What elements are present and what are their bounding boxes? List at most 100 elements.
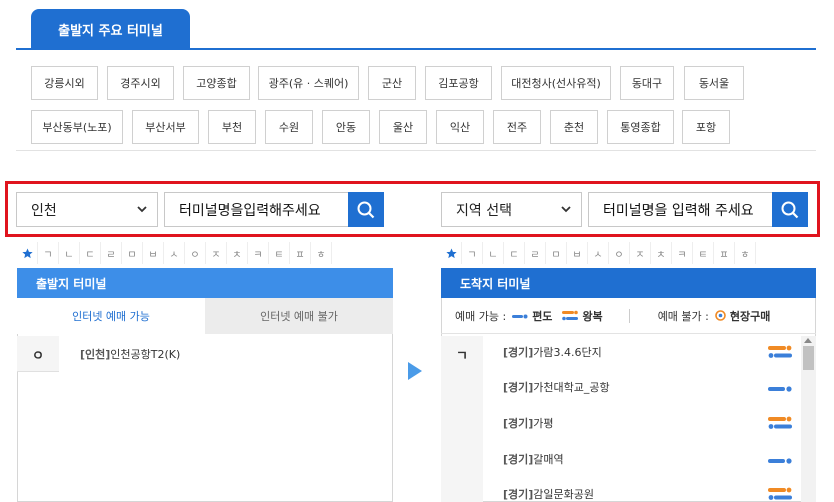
arrival-terminal-input[interactable]: 터미널명을 입력해 주세요	[588, 192, 773, 227]
consonant-filter[interactable]: ㅋ	[672, 242, 693, 264]
scroll-up-icon[interactable]	[804, 338, 812, 343]
consonant-filter[interactable]: ㄷ	[504, 242, 525, 264]
consonant-filter[interactable]: ㅁ	[546, 242, 567, 264]
item-region: [경기]	[503, 417, 534, 430]
terminal-button[interactable]: 고양종합	[183, 66, 250, 100]
departure-region-value: 인천	[31, 202, 57, 219]
consonant-filter[interactable]: ㄴ	[59, 242, 80, 264]
arrival-region-select[interactable]: 지역 선택	[441, 192, 582, 227]
departure-search-button[interactable]	[348, 192, 384, 227]
consonant-filter[interactable]: ㅇ	[609, 242, 630, 264]
item-region: [경기]	[503, 488, 534, 501]
arrival-search-button[interactable]	[772, 192, 808, 227]
tab-offline-booking[interactable]: 인터넷 예매 불가	[205, 298, 393, 334]
consonant-filter[interactable]: ㅅ	[164, 242, 185, 264]
section-divider	[16, 150, 816, 151]
legend-divider	[628, 308, 630, 323]
item-region: [인천]	[80, 348, 111, 361]
consonant-filter[interactable]: ㅌ	[693, 242, 714, 264]
legend-oneway: 편도	[532, 309, 553, 323]
terminal-button[interactable]: 경주시외	[107, 66, 174, 100]
roundtrip-icon	[562, 310, 579, 320]
list-item[interactable]: [인천] 인천공항T2(K)	[80, 344, 180, 364]
consonant-filter[interactable]: ㄹ	[101, 242, 122, 264]
consonant-filter[interactable]: ㅎ	[311, 242, 332, 264]
terminal-button[interactable]: 부산서부	[132, 110, 199, 144]
consonant-filter[interactable]: ㅈ	[630, 242, 651, 264]
item-name: 가람3.4.6단지	[533, 346, 602, 359]
departure-region-select[interactable]: 인천	[16, 192, 158, 227]
consonant-filter[interactable]: ㅍ	[714, 242, 735, 264]
roundtrip-icon	[768, 345, 792, 358]
departure-terminal-input[interactable]: 터미널명을입력해주세요	[164, 192, 349, 227]
scrollbar-thumb[interactable]	[803, 346, 814, 370]
group-letter: ㄱ	[456, 348, 468, 364]
consonant-filter[interactable]: ㅋ	[248, 242, 269, 264]
list-item[interactable]: [경기] 갈매역	[503, 449, 564, 469]
consonant-filter[interactable]: ㅊ	[227, 242, 248, 264]
star-icon[interactable]	[441, 242, 462, 264]
legend-unbookable-label: 예매 불가 :	[657, 309, 709, 323]
terminal-button[interactable]: 수원	[265, 110, 313, 144]
item-region: [경기]	[503, 346, 534, 359]
departure-consonant-index: ㄱ ㄴ ㄷ ㄹ ㅁ ㅂ ㅅ ㅇ ㅈ ㅊ ㅋ ㅌ ㅍ ㅎ	[17, 242, 332, 264]
terminal-button[interactable]: 익산	[436, 110, 484, 144]
terminal-button[interactable]: 울산	[379, 110, 427, 144]
terminal-button[interactable]: 안동	[322, 110, 370, 144]
chevron-down-icon	[561, 206, 571, 213]
terminal-button[interactable]: 부산동부(노포)	[31, 110, 123, 144]
legend-roundtrip: 왕복	[582, 309, 603, 323]
terminal-button[interactable]: 동대구	[620, 66, 674, 100]
item-name: 갈매역	[533, 453, 564, 466]
terminal-button[interactable]: 대전청사(선사유적)	[501, 66, 611, 100]
consonant-filter[interactable]: ㄱ	[462, 242, 483, 264]
legend-bookable-label: 예매 가능 :	[455, 309, 507, 323]
consonant-filter[interactable]: ㄱ	[38, 242, 59, 264]
terminal-button[interactable]: 김포공항	[425, 66, 492, 100]
list-item[interactable]: [경기] 감일문화공원	[503, 484, 594, 502]
list-item[interactable]: [경기] 가평	[503, 413, 554, 433]
group-letter: ㅇ	[32, 348, 44, 364]
terminal-button[interactable]: 전주	[493, 110, 541, 144]
consonant-filter[interactable]: ㅌ	[269, 242, 290, 264]
consonant-filter[interactable]: ㅇ	[185, 242, 206, 264]
terminal-button[interactable]: 광주(유 · 스퀘어)	[258, 66, 359, 100]
terminal-button[interactable]: 강릉시외	[31, 66, 98, 100]
consonant-filter[interactable]: ㄹ	[525, 242, 546, 264]
tab-online-booking[interactable]: 인터넷 예매 가능	[17, 298, 205, 334]
star-icon[interactable]	[17, 242, 38, 264]
consonant-filter[interactable]: ㄷ	[80, 242, 101, 264]
list-item[interactable]: [경기] 가람3.4.6단지	[503, 342, 602, 362]
booking-legend: 예매 가능 : 편도 왕복 예매 불가 : 현장구매	[441, 298, 816, 334]
item-name: 가천대학교_공항	[533, 381, 610, 394]
terminal-button[interactable]: 부천	[208, 110, 256, 144]
consonant-filter[interactable]: ㅅ	[588, 242, 609, 264]
departure-panel-title: 출발지 터미널	[17, 268, 393, 298]
legend-onsite: 현장구매	[729, 309, 771, 323]
consonant-filter[interactable]: ㅂ	[143, 242, 164, 264]
item-region: [경기]	[503, 381, 534, 394]
terminal-button[interactable]: 군산	[368, 66, 416, 100]
search-icon	[781, 201, 799, 218]
terminal-button[interactable]: 춘천	[550, 110, 598, 144]
consonant-filter[interactable]: ㅊ	[651, 242, 672, 264]
item-name: 감일문화공원	[533, 488, 595, 501]
tab-departure-major-terminals[interactable]: 출발지 주요 터미널	[31, 9, 190, 49]
tab-underline	[16, 48, 816, 50]
consonant-filter[interactable]: ㅁ	[122, 242, 143, 264]
terminal-button[interactable]: 포항	[682, 110, 730, 144]
item-name: 인천공항T2(K)	[110, 348, 181, 361]
consonant-filter[interactable]: ㅎ	[735, 242, 756, 264]
consonant-filter[interactable]: ㅍ	[290, 242, 311, 264]
terminal-button[interactable]: 통영종합	[607, 110, 674, 144]
oneway-icon	[768, 458, 792, 464]
terminal-button[interactable]: 동서울	[684, 66, 744, 100]
item-region: [경기]	[503, 453, 534, 466]
consonant-filter[interactable]: ㅈ	[206, 242, 227, 264]
list-item[interactable]: [경기] 가천대학교_공항	[503, 377, 610, 397]
consonant-filter[interactable]: ㅂ	[567, 242, 588, 264]
consonant-filter[interactable]: ㄴ	[483, 242, 504, 264]
arrival-region-value: 지역 선택	[456, 202, 512, 219]
search-icon	[357, 201, 375, 218]
arrival-consonant-index: ㄱ ㄴ ㄷ ㄹ ㅁ ㅂ ㅅ ㅇ ㅈ ㅊ ㅋ ㅌ ㅍ ㅎ	[441, 242, 756, 264]
